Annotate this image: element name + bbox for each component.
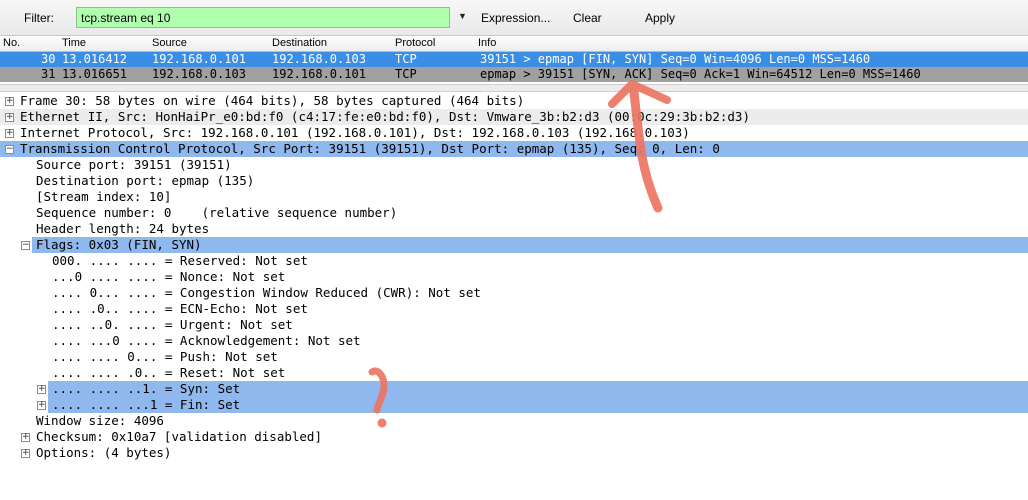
tree-item-window-size[interactable]: Window size: 4096 <box>36 413 164 429</box>
tree-item-stream-index[interactable]: [Stream index: 10] <box>36 189 171 205</box>
packet-protocol: TCP <box>395 52 417 66</box>
tree-item-flag-nonce[interactable]: ...0 .... .... = Nonce: Not set <box>52 269 285 285</box>
tree-item-flag-cwr[interactable]: .... 0... .... = Congestion Window Reduc… <box>52 285 481 301</box>
tree-item-tcp[interactable]: Transmission Control Protocol, Src Port:… <box>20 141 720 157</box>
packet-time: 13.016412 <box>62 52 128 66</box>
expand-icon[interactable]: + <box>21 433 30 442</box>
expand-icon[interactable]: + <box>37 401 46 410</box>
column-header-no[interactable]: No. <box>3 37 20 49</box>
tree-item-flag-fin[interactable]: .... .... ...1 = Fin: Set <box>52 397 240 413</box>
tree-item-flag-push[interactable]: .... .... 0... = Push: Not set <box>52 349 278 365</box>
expression-button[interactable]: Expression... <box>481 11 550 25</box>
tree-item-flag-syn[interactable]: .... .... ..1. = Syn: Set <box>52 381 240 397</box>
packet-no: 30 <box>41 52 56 66</box>
packet-source: 192.168.0.103 <box>152 67 246 81</box>
column-header-protocol[interactable]: Protocol <box>395 37 435 49</box>
expand-icon[interactable]: + <box>5 113 14 122</box>
filter-dropdown-icon[interactable]: ▼ <box>458 11 467 21</box>
tree-item-sequence-number[interactable]: Sequence number: 0 (relative sequence nu… <box>36 205 397 221</box>
packet-no: 31 <box>41 67 56 81</box>
tree-item-ethernet[interactable]: Ethernet II, Src: HonHaiPr_e0:bd:f0 (c4:… <box>20 109 750 125</box>
expand-icon[interactable]: + <box>37 385 46 394</box>
collapse-icon[interactable]: − <box>21 241 30 250</box>
tree-item-source-port[interactable]: Source port: 39151 (39151) <box>36 157 232 173</box>
column-header-time[interactable]: Time <box>62 37 86 49</box>
apply-button[interactable]: Apply <box>645 11 675 25</box>
pane-splitter[interactable] <box>0 84 1028 92</box>
clear-button[interactable]: Clear <box>573 11 602 25</box>
tree-item-header-length[interactable]: Header length: 24 bytes <box>36 221 209 237</box>
packet-info: 39151 > epmap [FIN, SYN] Seq=0 Win=4096 … <box>480 52 871 66</box>
tree-item-checksum[interactable]: Checksum: 0x10a7 [validation disabled] <box>36 429 322 445</box>
filter-input[interactable] <box>76 7 450 28</box>
column-header-info[interactable]: Info <box>478 37 496 49</box>
collapse-icon[interactable]: − <box>5 145 14 154</box>
tree-item-flag-ack[interactable]: .... ...0 .... = Acknowledgement: Not se… <box>52 333 361 349</box>
expand-icon[interactable]: + <box>5 97 14 106</box>
packet-source: 192.168.0.101 <box>152 52 246 66</box>
packet-time: 13.016651 <box>62 67 128 81</box>
column-header-source[interactable]: Source <box>152 37 187 49</box>
filter-toolbar: Filter: ▼ Expression... Clear Apply <box>0 0 1028 36</box>
tree-item-options[interactable]: Options: (4 bytes) <box>36 445 171 461</box>
packet-list-header: No. Time Source Destination Protocol Inf… <box>0 36 1028 52</box>
packet-destination: 192.168.0.103 <box>272 52 366 66</box>
packet-destination: 192.168.0.101 <box>272 67 366 81</box>
packet-protocol: TCP <box>395 67 417 81</box>
packet-row[interactable]: 31 13.016651 192.168.0.103 192.168.0.101… <box>0 67 1028 82</box>
tree-item-flags[interactable]: Flags: 0x03 (FIN, SYN) <box>36 237 202 253</box>
tree-item-ip[interactable]: Internet Protocol, Src: 192.168.0.101 (1… <box>20 125 690 141</box>
packet-row[interactable]: 30 13.016412 192.168.0.101 192.168.0.103… <box>0 52 1028 67</box>
expand-icon[interactable]: + <box>5 129 14 138</box>
tree-item-flag-reset[interactable]: .... .... .0.. = Reset: Not set <box>52 365 285 381</box>
tree-item-destination-port[interactable]: Destination port: epmap (135) <box>36 173 254 189</box>
column-header-destination[interactable]: Destination <box>272 37 327 49</box>
expand-icon[interactable]: + <box>21 449 30 458</box>
tree-item-flag-ecn-echo[interactable]: .... .0.. .... = ECN-Echo: Not set <box>52 301 308 317</box>
filter-label: Filter: <box>24 11 54 25</box>
tree-item-flag-urgent[interactable]: .... ..0. .... = Urgent: Not set <box>52 317 293 333</box>
packet-info: epmap > 39151 [SYN, ACK] Seq=0 Ack=1 Win… <box>480 67 921 81</box>
tree-item-flag-reserved[interactable]: 000. .... .... = Reserved: Not set <box>52 253 308 269</box>
tree-item-frame[interactable]: Frame 30: 58 bytes on wire (464 bits), 5… <box>20 93 524 109</box>
